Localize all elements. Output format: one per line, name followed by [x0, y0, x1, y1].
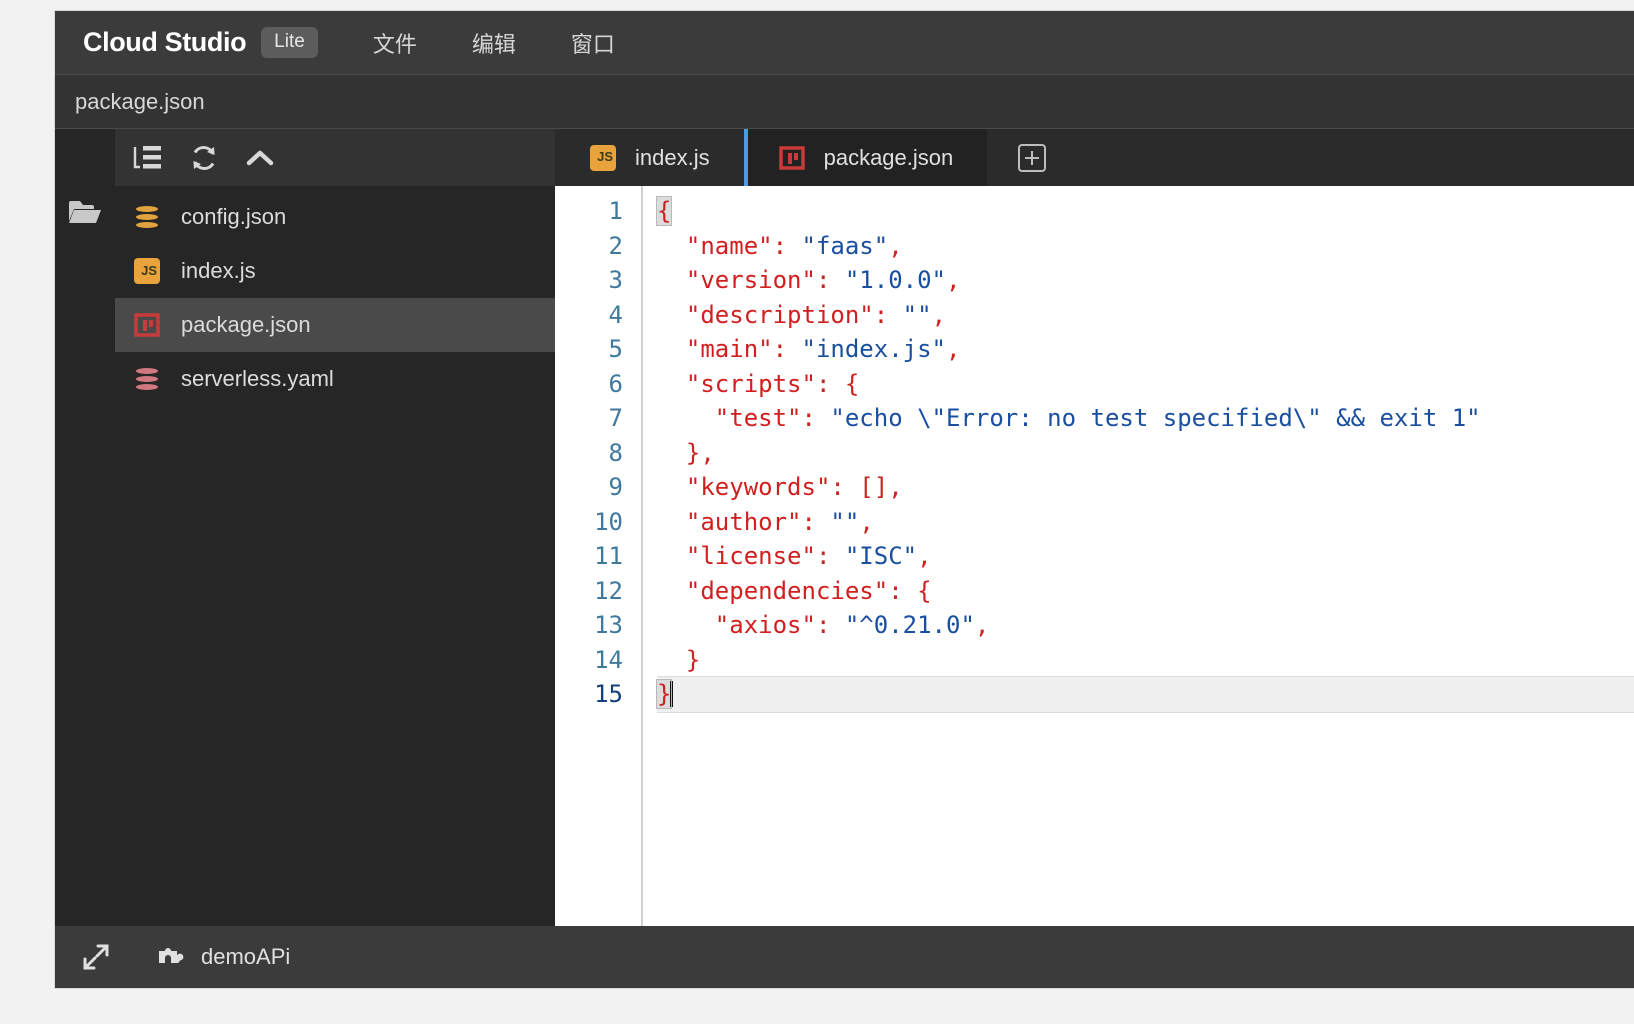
- line-number: 4: [555, 298, 641, 333]
- bracket-match-highlight: }: [657, 680, 671, 708]
- workspace-name: demoAPi: [201, 944, 290, 970]
- menu-file[interactable]: 文件: [373, 27, 417, 59]
- line-number: 13: [555, 608, 641, 643]
- menu-edit[interactable]: 编辑: [472, 27, 516, 59]
- file-item-package-json[interactable]: package.json: [115, 298, 555, 352]
- edition-badge: Lite: [261, 27, 318, 58]
- tab-label: index.js: [635, 145, 710, 171]
- line-number-active: 15: [555, 677, 641, 712]
- code-line: "main": "index.js",: [657, 332, 1634, 367]
- file-item-label: index.js: [181, 258, 256, 284]
- js-icon: JS: [133, 257, 161, 285]
- file-list: config.json JS index.js: [115, 186, 555, 406]
- code-line: "version": "1.0.0",: [657, 263, 1634, 298]
- js-icon: JS: [589, 144, 617, 172]
- line-number: 12: [555, 574, 641, 609]
- code-line: "test": "echo \"Error: no test specified…: [657, 401, 1634, 436]
- expand-arrows-icon[interactable]: [79, 940, 113, 974]
- code-line: "scripts": {: [657, 367, 1634, 402]
- json-db-icon: [133, 203, 161, 231]
- line-number: 9: [555, 470, 641, 505]
- trailing-comma-error-marker: ,: [975, 611, 989, 639]
- code-editor[interactable]: 1 2 3 4 5 6 7 8 9 10 11 12 13 14 15: [555, 186, 1634, 926]
- main-body: config.json JS index.js: [55, 128, 1634, 926]
- folder-open-icon: [68, 198, 102, 231]
- breadcrumb: package.json: [55, 74, 1634, 128]
- menu-window[interactable]: 窗口: [571, 27, 615, 59]
- code-line: "description": "",: [657, 298, 1634, 333]
- line-number: 6: [555, 367, 641, 402]
- text-cursor: [670, 681, 673, 707]
- code-line: "author": "",: [657, 505, 1634, 540]
- code-line: "keywords": [],: [657, 470, 1634, 505]
- line-number: 5: [555, 332, 641, 367]
- code-line: "license": "ISC",: [657, 539, 1634, 574]
- tab-package-json[interactable]: package.json: [744, 129, 988, 186]
- cloud-studio-window: Cloud Studio Lite 文件 编辑 窗口 package.json: [55, 11, 1634, 988]
- activity-rail: [55, 129, 115, 926]
- title-bar: Cloud Studio Lite 文件 编辑 窗口: [55, 11, 1634, 74]
- line-number-gutter: 1 2 3 4 5 6 7 8 9 10 11 12 13 14 15: [555, 186, 643, 926]
- code-line: "name": "faas",: [657, 229, 1634, 264]
- rail-spacer: [55, 129, 115, 186]
- line-number: 2: [555, 229, 641, 264]
- line-number: 14: [555, 643, 641, 678]
- npm-icon: [133, 311, 161, 339]
- code-line: {: [657, 194, 1634, 229]
- yaml-db-icon: [133, 365, 161, 393]
- code-line: }: [657, 643, 1634, 678]
- puzzle-piece-icon[interactable]: [153, 940, 187, 974]
- editor-tab-bar: JS index.js package.json: [555, 129, 1634, 186]
- add-tab-icon[interactable]: [987, 129, 1077, 186]
- line-number: 8: [555, 436, 641, 471]
- npm-icon: [778, 144, 806, 172]
- editor-area: JS index.js package.json: [555, 129, 1634, 926]
- chevron-up-icon[interactable]: [245, 143, 275, 173]
- code-line: },: [657, 436, 1634, 471]
- file-item-label: config.json: [181, 204, 286, 230]
- file-item-label: serverless.yaml: [181, 366, 334, 392]
- status-bar: demoAPi: [55, 926, 1634, 988]
- code-line: "dependencies": {: [657, 574, 1634, 609]
- file-explorer: config.json JS index.js: [115, 129, 555, 926]
- app-brand-title: Cloud Studio: [83, 27, 246, 58]
- line-number: 3: [555, 263, 641, 298]
- code-content[interactable]: { "name": "faas", "version": "1.0.0", "d…: [643, 186, 1634, 926]
- list-tree-icon[interactable]: [133, 143, 163, 173]
- breadcrumb-path: package.json: [75, 89, 205, 115]
- sidebar-item-explorer[interactable]: [55, 186, 115, 242]
- line-number: 1: [555, 194, 641, 229]
- explorer-toolbar: [115, 129, 555, 186]
- line-number: 7: [555, 401, 641, 436]
- file-item-serverless-yaml[interactable]: serverless.yaml: [115, 352, 555, 406]
- line-number: 10: [555, 505, 641, 540]
- file-item-config-json[interactable]: config.json: [115, 190, 555, 244]
- bracket-match-highlight: {: [657, 197, 671, 225]
- refresh-icon[interactable]: [189, 143, 219, 173]
- file-item-label: package.json: [181, 312, 311, 338]
- tab-label: package.json: [824, 145, 954, 171]
- code-line: "axios": "^0.21.0",: [657, 608, 1634, 643]
- file-item-index-js[interactable]: JS index.js: [115, 244, 555, 298]
- code-line-active: }: [657, 677, 1634, 712]
- tab-index-js[interactable]: JS index.js: [555, 129, 744, 186]
- line-number: 11: [555, 539, 641, 574]
